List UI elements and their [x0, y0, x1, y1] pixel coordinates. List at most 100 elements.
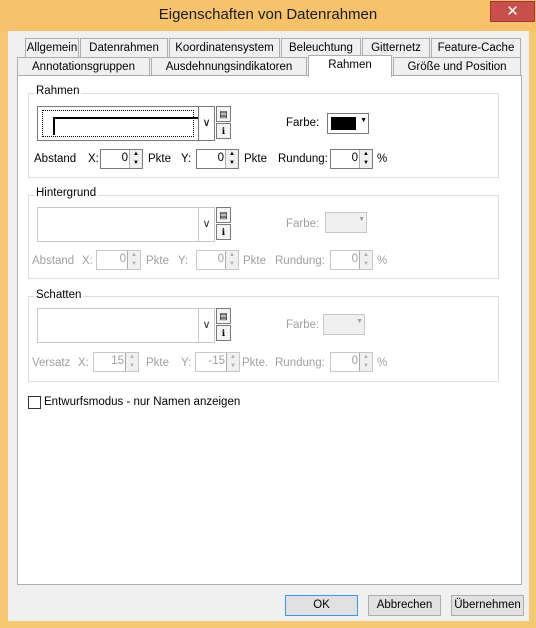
chevron-down-icon[interactable]: ∨: [198, 208, 214, 241]
schatten-rundung-value: 0: [351, 355, 358, 367]
tab-rahmen[interactable]: Rahmen: [308, 55, 392, 77]
properties-icon[interactable]: ℹ: [216, 123, 231, 139]
schatten-y-label: Y:: [181, 357, 192, 369]
schatten-style-combo[interactable]: ∨: [37, 308, 215, 343]
tab-groesse-und-position[interactable]: Größe und Position: [393, 57, 521, 76]
schatten-group-label: Schatten: [34, 289, 84, 301]
window-title: Eigenschaften von Datenrahmen: [158, 6, 378, 23]
schatten-y-spinner[interactable]: -15 ▲ ▼: [195, 352, 240, 372]
rahmen-percent: %: [377, 153, 388, 165]
spin-down-icon[interactable]: ▼: [359, 260, 372, 269]
schatten-rundung-spinner[interactable]: 0 ▲ ▼: [330, 352, 373, 372]
schatten-percent: %: [377, 357, 388, 369]
spin-up-icon[interactable]: ▲: [225, 251, 238, 260]
properties-icon[interactable]: ℹ: [216, 224, 231, 240]
properties-icon[interactable]: ℹ: [216, 325, 231, 341]
hintergrund-farbe-label: Farbe:: [286, 218, 320, 230]
spin-down-icon[interactable]: ▼: [359, 159, 372, 168]
spin-up-icon[interactable]: ▲: [125, 353, 138, 362]
spin-up-icon[interactable]: ▲: [359, 150, 372, 159]
schatten-versatz-label: Versatz: [32, 357, 71, 369]
spin-down-icon[interactable]: ▼: [225, 159, 238, 168]
rahmen-border-style-combo[interactable]: ∨: [37, 106, 215, 141]
hintergrund-x-unit: Pkte: [146, 255, 170, 267]
tab-allgemein[interactable]: Allgemein: [25, 38, 79, 57]
rahmen-color-picker[interactable]: ▼: [327, 113, 369, 134]
schatten-color-picker[interactable]: ▼: [323, 314, 365, 335]
schatten-x-value: 15: [111, 355, 124, 367]
rahmen-abstand-label: Abstand: [34, 153, 77, 165]
dropdown-arrow-icon: ▼: [356, 318, 363, 325]
rahmen-rundung-value: 0: [351, 152, 358, 164]
tab-annotationsgruppen[interactable]: Annotationsgruppen: [17, 57, 150, 76]
draft-mode-checkbox[interactable]: [28, 396, 41, 409]
spin-up-icon[interactable]: ▲: [359, 353, 372, 362]
rahmen-color-swatch: [331, 117, 356, 130]
tab-datenrahmen[interactable]: Datenrahmen: [80, 38, 168, 57]
apply-button[interactable]: Übernehmen: [451, 595, 524, 616]
rahmen-x-spinner[interactable]: 0 ▲ ▼: [100, 149, 143, 169]
schatten-x-spinner[interactable]: 15 ▲ ▼: [93, 352, 139, 372]
hintergrund-y-label: Y:: [178, 255, 189, 267]
hintergrund-rundung-label: Rundung:: [275, 255, 325, 267]
hintergrund-abstand-label: Abstand: [32, 255, 75, 267]
spin-down-icon[interactable]: ▼: [225, 260, 238, 269]
hintergrund-rundung-value: 0: [351, 253, 358, 265]
hintergrund-y-unit: Pkte: [243, 255, 267, 267]
dropdown-arrow-icon: ▼: [358, 216, 365, 223]
hintergrund-style-combo[interactable]: ∨: [37, 207, 215, 242]
spin-up-icon[interactable]: ▲: [129, 150, 142, 159]
rahmen-x-value: 0: [121, 152, 128, 164]
schatten-y-unit: Pkte.: [242, 357, 269, 369]
hintergrund-percent: %: [377, 255, 388, 267]
spin-down-icon[interactable]: ▼: [226, 362, 239, 371]
draft-mode-label[interactable]: Entwurfsmodus - nur Namen anzeigen: [44, 396, 240, 408]
hintergrund-x-label: X:: [82, 255, 93, 267]
spin-down-icon[interactable]: ▼: [127, 260, 140, 269]
rahmen-rundung-spinner[interactable]: 0 ▲ ▼: [330, 149, 373, 169]
rahmen-x-unit: Pkte: [148, 153, 172, 165]
symbol-selector-icon[interactable]: ▤: [216, 207, 231, 223]
spin-up-icon[interactable]: ▲: [127, 251, 140, 260]
tab-feature-cache[interactable]: Feature-Cache: [431, 38, 521, 57]
chevron-down-icon[interactable]: ∨: [198, 107, 214, 140]
dialog-window: Eigenschaften von Datenrahmen ✕ Allgemei…: [0, 0, 536, 628]
hintergrund-x-spinner[interactable]: 0 ▲ ▼: [96, 250, 141, 270]
spin-down-icon[interactable]: ▼: [129, 159, 142, 168]
rahmen-farbe-label: Farbe:: [286, 117, 320, 129]
rahmen-y-unit: Pkte: [244, 153, 268, 165]
schatten-farbe-label: Farbe:: [286, 319, 320, 331]
symbol-selector-icon[interactable]: ▤: [216, 106, 231, 122]
hintergrund-color-picker[interactable]: ▼: [325, 212, 367, 233]
schatten-x-unit: Pkte: [146, 357, 170, 369]
rahmen-group-label: Rahmen: [34, 85, 82, 97]
rahmen-rundung-label: Rundung:: [278, 153, 328, 165]
hintergrund-rundung-spinner[interactable]: 0 ▲ ▼: [330, 250, 373, 270]
chevron-down-icon[interactable]: ∨: [198, 309, 214, 342]
schatten-rundung-label: Rundung:: [275, 357, 325, 369]
schatten-y-value: -15: [208, 355, 225, 367]
hintergrund-group-label: Hintergrund: [34, 187, 99, 199]
symbol-selector-icon[interactable]: ▤: [216, 308, 231, 324]
hintergrund-y-spinner[interactable]: 0 ▲ ▼: [196, 250, 239, 270]
rahmen-y-label: Y:: [181, 153, 192, 165]
ok-button[interactable]: OK: [285, 595, 358, 616]
rahmen-y-spinner[interactable]: 0 ▲ ▼: [196, 149, 239, 169]
spin-down-icon[interactable]: ▼: [125, 362, 138, 371]
tab-koordinatensystem[interactable]: Koordinatensystem: [169, 38, 280, 57]
hintergrund-x-value: 0: [119, 253, 126, 265]
rahmen-y-value: 0: [217, 152, 224, 164]
spin-down-icon[interactable]: ▼: [359, 362, 372, 371]
border-style-preview: [42, 110, 202, 137]
tab-ausdehnungsindikatoren[interactable]: Ausdehnungsindikatoren: [151, 57, 307, 76]
spin-up-icon[interactable]: ▲: [225, 150, 238, 159]
title-bar: Eigenschaften von Datenrahmen ✕: [0, 0, 536, 32]
schatten-x-label: X:: [78, 357, 89, 369]
dropdown-arrow-icon: ▼: [360, 117, 367, 124]
rahmen-x-label: X:: [88, 153, 99, 165]
close-button[interactable]: ✕: [490, 1, 535, 22]
spin-up-icon[interactable]: ▲: [359, 251, 372, 260]
cancel-button[interactable]: Abbrechen: [368, 595, 441, 616]
hintergrund-y-value: 0: [217, 253, 224, 265]
spin-up-icon[interactable]: ▲: [226, 353, 239, 362]
